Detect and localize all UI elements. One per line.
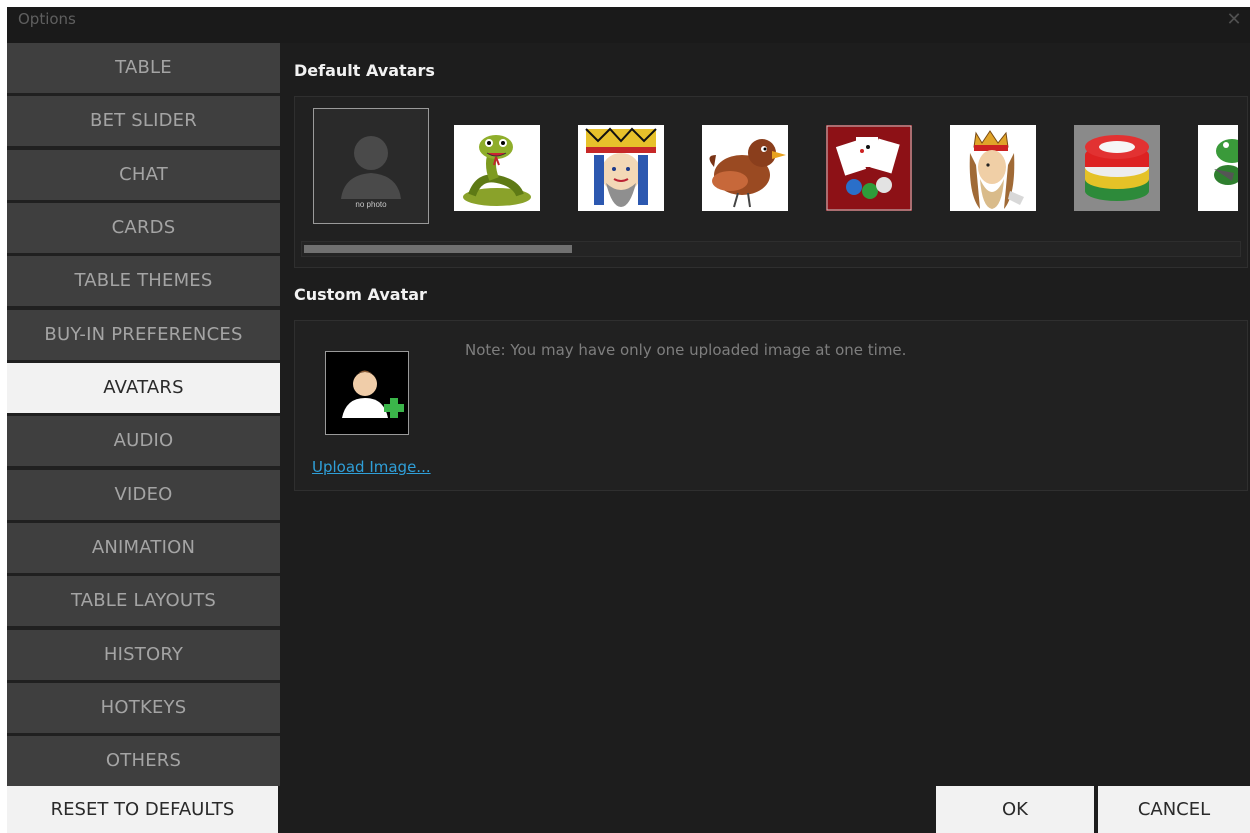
avatar-poker-chip-stack[interactable] <box>1074 125 1160 211</box>
sidebar-item-bet-slider[interactable]: BET SLIDER <box>7 96 280 146</box>
sidebar-item-hotkeys[interactable]: HOTKEYS <box>7 683 280 733</box>
sidebar-item-chat[interactable]: CHAT <box>7 150 280 200</box>
sidebar-item-avatars[interactable]: AVATARS <box>7 363 280 413</box>
sidebar-item-audio[interactable]: AUDIO <box>7 416 280 466</box>
cancel-button[interactable]: CANCEL <box>1098 786 1250 833</box>
sidebar-item-buy-in-preferences[interactable]: BUY-IN PREFERENCES <box>7 310 280 360</box>
default-avatars-title: Default Avatars <box>294 61 435 80</box>
custom-avatar-panel: Note: You may have only one uploaded ima… <box>294 320 1248 491</box>
default-avatars-panel: no photo <box>294 96 1248 268</box>
upload-limit-note: Note: You may have only one uploaded ima… <box>465 341 907 359</box>
close-icon[interactable]: ✕ <box>1224 10 1244 30</box>
avatar-king-card[interactable] <box>578 125 664 211</box>
sidebar-item-cards[interactable]: CARDS <box>7 203 280 253</box>
avatar-playing-cards-chips[interactable] <box>826 125 912 211</box>
frog-avatar-icon <box>1198 125 1238 211</box>
playing-cards-chips-avatar-icon <box>826 125 912 211</box>
avatar-king-portrait[interactable] <box>950 125 1036 211</box>
custom-avatar-image[interactable] <box>325 351 409 435</box>
avatars-horizontal-scrollbar[interactable] <box>301 241 1241 257</box>
window-title: Options <box>18 10 76 28</box>
avatar-snake[interactable] <box>454 125 540 211</box>
sidebar-item-others[interactable]: OTHERS <box>7 736 280 786</box>
king-card-avatar-icon <box>578 125 664 211</box>
options-sidebar: TABLE BET SLIDER CHAT CARDS TABLE THEMES… <box>7 43 280 786</box>
poker-chip-stack-avatar-icon <box>1074 125 1160 211</box>
sidebar-item-table-layouts[interactable]: TABLE LAYOUTS <box>7 576 280 626</box>
no-photo-caption: no photo <box>355 200 387 209</box>
sidebar-item-table[interactable]: TABLE <box>7 43 280 93</box>
sidebar-item-table-themes[interactable]: TABLE THEMES <box>7 256 280 306</box>
sidebar-item-animation[interactable]: ANIMATION <box>7 523 280 573</box>
avatar-no-photo[interactable]: no photo <box>313 108 429 224</box>
no-photo-avatar-icon: no photo <box>314 109 428 223</box>
bird-avatar-icon <box>702 125 788 211</box>
reset-to-defaults-button[interactable]: RESET TO DEFAULTS <box>7 786 278 833</box>
custom-avatar-title: Custom Avatar <box>294 285 427 304</box>
avatars-content: Default Avatars no photo Custom Avatar N… <box>283 43 1250 786</box>
options-window: Options ✕ TABLE BET SLIDER CHAT CARDS TA… <box>7 7 1250 833</box>
ok-button[interactable]: OK <box>936 786 1094 833</box>
scrollbar-thumb[interactable] <box>304 245 572 253</box>
upload-image-link[interactable]: Upload Image... <box>312 458 431 476</box>
sidebar-item-history[interactable]: HISTORY <box>7 630 280 680</box>
add-user-icon <box>326 352 408 434</box>
avatar-green-frog-partial[interactable] <box>1198 125 1238 211</box>
sidebar-item-video[interactable]: VIDEO <box>7 470 280 520</box>
snake-avatar-icon <box>454 125 540 211</box>
king-portrait-avatar-icon <box>950 125 1036 211</box>
title-bar: Options ✕ <box>7 7 1250 43</box>
avatar-bird[interactable] <box>702 125 788 211</box>
